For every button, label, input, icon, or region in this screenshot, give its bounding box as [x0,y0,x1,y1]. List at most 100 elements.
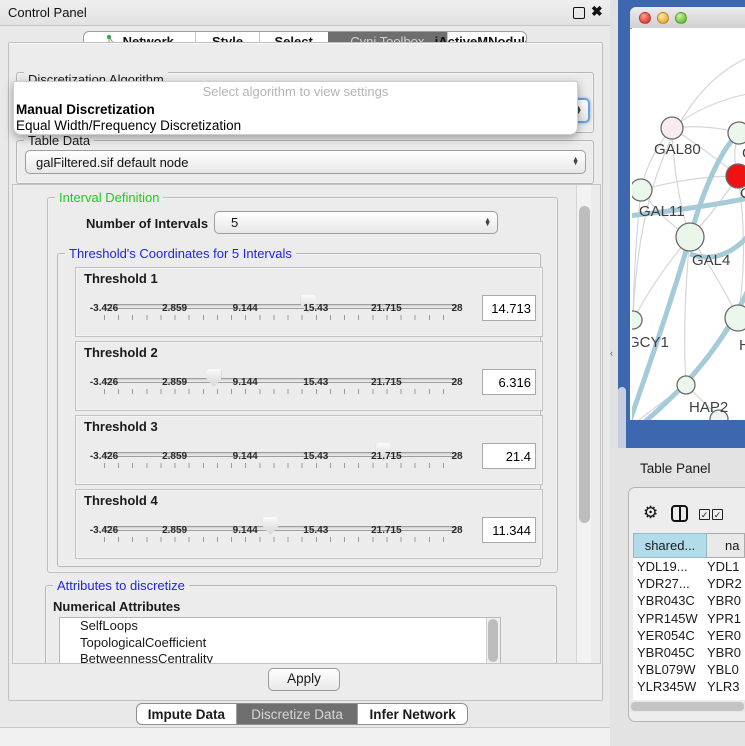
tick-label: 28 [451,451,462,462]
table-row[interactable]: YLR345WYLR3 [633,678,745,695]
combo-stepper-icon: ▲▼ [572,158,579,166]
cell[interactable]: YLR345W [633,678,707,695]
slider-track[interactable] [104,378,457,383]
table-row[interactable]: YDL19...YDL1 [633,558,745,575]
tick-label: 28 [451,525,462,536]
column-header-shared[interactable]: shared... [633,533,707,558]
table-row[interactable]: YBR043CYBR0 [633,592,745,609]
cell[interactable]: YBR043C [633,592,707,609]
minimize-traffic-light[interactable] [657,12,669,24]
checkbox-icon[interactable]: ✓ [712,509,723,520]
network-node[interactable] [676,223,704,251]
cell[interactable]: YDL19... [633,558,707,575]
checkbox-icon[interactable]: ✓ [699,509,710,520]
columns-icon[interactable] [671,505,688,522]
table-row[interactable]: YIL052CYIL0 [633,696,745,701]
network-node[interactable] [677,376,695,394]
cell[interactable]: YIL0 [707,696,745,701]
threshold-2-slider[interactable]: -3.426 2.859 9.144 15.43 21.715 28 [104,368,457,410]
threshold-2-value-field[interactable] [482,369,536,395]
tab-infer-network[interactable]: Infer Network [357,704,467,724]
cell[interactable]: YDR2 [707,575,745,592]
tick-label: -3.426 [90,377,118,388]
apply-button[interactable]: Apply [268,668,340,691]
slider-thumb[interactable] [263,517,278,535]
table-row[interactable]: YPR145WYPR1 [633,610,745,627]
cell[interactable]: YPR1 [707,610,745,627]
algorithm-option-equal-width[interactable]: Equal Width/Frequency Discretization [14,118,577,134]
network-view-titlebar[interactable] [630,7,745,29]
cell[interactable]: YER0 [707,627,745,644]
threshold-1-slider[interactable]: -3.426 2.859 9.144 15.43 21.715 28 [104,294,457,336]
panel-scrollbar-thumb[interactable] [579,206,590,523]
tick-label: 9.144 [233,377,258,388]
cell[interactable]: YPR145W [633,610,707,627]
network-node-label: GAL4 [692,252,730,269]
list-scrollbar[interactable] [486,618,500,663]
slider-track[interactable] [104,304,457,309]
list-item[interactable]: SelfLoops [60,618,500,635]
column-header-name[interactable]: na [707,533,745,558]
list-scrollbar-thumb[interactable] [488,619,498,662]
close-traffic-light[interactable] [639,12,651,24]
list-item[interactable]: TopologicalCoefficient [60,635,500,652]
threshold-3-value-field[interactable] [482,443,536,469]
threshold-4-value-field[interactable] [482,517,536,543]
divider-handle-icon[interactable]: ‹ [610,348,613,358]
slider-track[interactable] [104,452,457,457]
table-horizontal-scrollbar-thumb[interactable] [631,702,744,711]
threshold-3-slider[interactable]: -3.426 2.859 9.144 15.43 21.715 28 [104,442,457,484]
network-node-label: GCY1 [632,334,669,351]
attributes-group-title: Attributes to discretize [53,578,189,593]
threshold-3-box: Threshold 3 -3.426 2.859 9.144 15.43 21.… [75,415,543,485]
table-body[interactable]: YDL19...YDL1 YDR27...YDR2 YBR043CYBR0 YP… [633,558,745,700]
tick-label: 15.43 [303,303,328,314]
float-window-icon[interactable] [573,7,585,19]
network-node[interactable] [661,117,683,139]
table-horizontal-scrollbar[interactable] [630,701,745,712]
tick-label: 2.859 [162,451,187,462]
table-row[interactable]: YBR045CYBR0 [633,644,745,661]
network-node[interactable] [632,311,642,329]
threshold-1-value-field[interactable] [482,295,536,321]
network-canvas[interactable]: GAL80GCGAL11GAL4GCY1HHAP2 [632,28,745,420]
slider-thumb[interactable] [206,369,221,387]
table-row[interactable]: YBL079WYBL0 [633,661,745,678]
table-data-combobox[interactable]: galFiltered.sif default node ▲▼ [25,150,586,174]
tick-label: 21.715 [371,451,402,462]
cell[interactable]: YLR3 [707,678,745,695]
tab-impute-data[interactable]: Impute Data [137,704,236,724]
tick-label: 2.859 [162,525,187,536]
zoom-traffic-light[interactable] [675,12,687,24]
gear-icon[interactable]: ⚙ [643,503,658,523]
cell[interactable]: YBR0 [707,644,745,661]
cell[interactable]: YIL052C [633,696,707,701]
network-node[interactable] [725,305,745,331]
tab-discretize-data[interactable]: Discretize Data [236,704,358,724]
slider-ticks [104,389,457,394]
slider-track[interactable] [104,526,457,531]
panel-scrollbar[interactable] [576,185,591,663]
close-icon[interactable]: ✖ [591,3,603,20]
network-node[interactable] [728,122,745,144]
cell[interactable]: YDL1 [707,558,745,575]
number-of-intervals-combobox[interactable]: 5 ▲▼ [214,211,498,234]
tick-label: 21.715 [371,303,402,314]
list-item[interactable]: BetweennessCentrality [60,651,500,664]
cell[interactable]: YDR27... [633,575,707,592]
table-row[interactable]: YER054CYER0 [633,627,745,644]
network-edge[interactable] [633,237,690,320]
network-node-label: GAL80 [654,141,701,158]
table-panel-title: Table Panel [640,461,711,476]
threshold-4-slider[interactable]: -3.426 2.859 9.144 15.43 21.715 28 [104,516,457,558]
cell[interactable]: YBL0 [707,661,745,678]
network-node[interactable] [632,179,652,201]
cell[interactable]: YBL079W [633,661,707,678]
cell[interactable]: YER054C [633,627,707,644]
cell[interactable]: YBR0 [707,592,745,609]
algorithm-option-manual[interactable]: Manual Discretization [14,102,577,118]
table-row[interactable]: YDR27...YDR2 [633,575,745,592]
numerical-attributes-list[interactable]: SelfLoops TopologicalCoefficient Between… [59,617,501,664]
slider-ticks [104,537,457,542]
cell[interactable]: YBR045C [633,644,707,661]
